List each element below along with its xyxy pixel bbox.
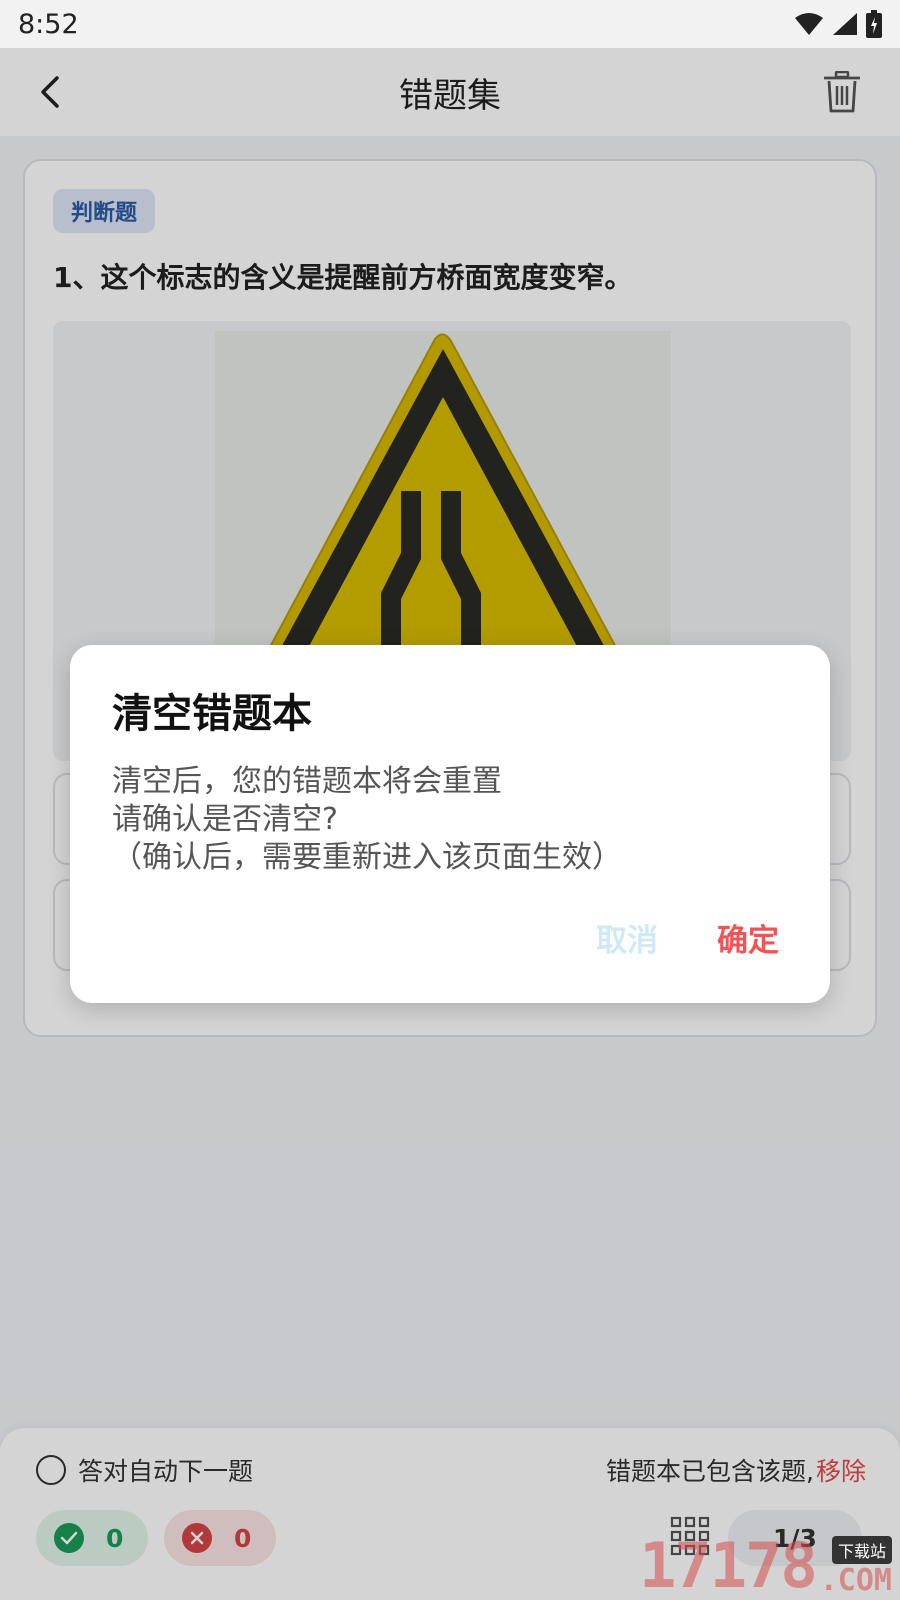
site-watermark: 17178 下载站 .COM bbox=[639, 1529, 892, 1600]
cancel-button[interactable]: 取消 bbox=[596, 915, 658, 960]
watermark-suffix: .COM bbox=[819, 1563, 892, 1598]
clear-confirm-dialog: 清空错题本 清空后，您的错题本将会重置 请确认是否清空? （确认后，需要重新进入… bbox=[70, 645, 830, 1003]
confirm-button[interactable]: 确定 bbox=[717, 915, 779, 960]
dialog-body-line: 清空后，您的错题本将会重置 bbox=[112, 764, 502, 799]
watermark-tag: 下载站 bbox=[831, 1536, 892, 1564]
battery-icon bbox=[866, 10, 882, 38]
signal-icon bbox=[833, 13, 857, 35]
dialog-title: 清空错题本 bbox=[112, 691, 312, 737]
dialog-body-line: 请确认是否清空? bbox=[112, 802, 338, 837]
status-time: 8:52 bbox=[18, 8, 79, 40]
status-bar: 8:52 bbox=[0, 0, 900, 48]
dialog-body-line: （确认后，需要重新进入该页面生效） bbox=[112, 840, 622, 875]
status-icons bbox=[794, 10, 882, 38]
dialog-body: 清空后，您的错题本将会重置 请确认是否清空? （确认后，需要重新进入该页面生效） bbox=[112, 763, 622, 877]
watermark-number: 17178 bbox=[639, 1529, 818, 1600]
wifi-icon bbox=[795, 13, 823, 35]
